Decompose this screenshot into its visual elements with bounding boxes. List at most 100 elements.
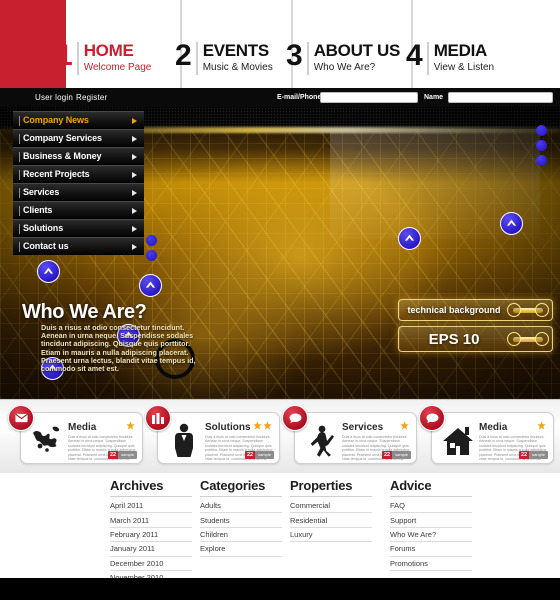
footer-link[interactable]: Support (390, 513, 472, 528)
footer-link[interactable]: Explore (200, 542, 282, 557)
chevron-up-icon[interactable] (37, 260, 60, 283)
footer-link[interactable]: Students (200, 513, 282, 528)
footer-link[interactable]: FAQ (390, 499, 472, 514)
sample-badge: 22 sample (244, 451, 274, 459)
sidebar-item-label: Contact us (23, 241, 69, 251)
nav-title: ABOUT US (313, 41, 401, 60)
arrow-right-icon (132, 172, 137, 178)
email-phone-input[interactable] (320, 92, 418, 103)
star-icon (400, 421, 409, 430)
webpage-template: 1 HOME Welcome Page 2 EVENTS Music & Mov… (0, 0, 560, 600)
eps-version-box[interactable]: EPS 10 (398, 326, 553, 352)
footer-link[interactable]: Residential (290, 513, 372, 528)
footer-link[interactable]: February 2011 (110, 528, 192, 543)
sidebar-menu: Company News Company Services Business &… (13, 111, 144, 255)
star-icon (263, 421, 272, 430)
technical-background-label: technical background (407, 305, 501, 315)
sample-number: 22 (244, 451, 256, 459)
nav-title: EVENTS (202, 41, 270, 60)
sample-number: 22 (518, 451, 530, 459)
feature-card-solutions[interactable]: Solutions Duis a risus at odio consectet… (145, 405, 280, 464)
technical-background-box[interactable]: technical background (398, 299, 553, 321)
sidebar-item-contact-us[interactable]: Contact us (13, 237, 144, 255)
menu-tick (19, 170, 20, 180)
sidebar-item-label: Business & Money (23, 151, 102, 161)
nav-item-events[interactable]: 2 EVENTS Music & Movies (175, 41, 273, 75)
star-icon (126, 421, 135, 430)
connector-icon (507, 332, 549, 346)
sidebar-item-label: Company News (23, 115, 89, 125)
arrow-right-icon (132, 154, 137, 160)
nav-subtitle: Welcome Page (83, 62, 152, 73)
decorative-blue-dot (536, 125, 547, 136)
rating-stars (253, 421, 272, 430)
top-navigation: 1 HOME Welcome Page 2 EVENTS Music & Mov… (0, 0, 560, 88)
footer-link[interactable]: January 2011 (110, 542, 192, 557)
footer: Archives April 2011 March 2011 February … (0, 473, 560, 586)
eps-version-label: EPS 10 (428, 330, 480, 348)
feature-card-strip: Media Duis a risus at odio consectetur t… (0, 399, 560, 473)
nav-title: MEDIA (433, 41, 488, 60)
nav-number-rule (195, 42, 198, 75)
connector-icon (507, 303, 549, 317)
sample-badge: 22 sample (381, 451, 411, 459)
name-input[interactable] (448, 92, 553, 103)
decorative-blue-dot (536, 155, 547, 166)
footer-heading: Archives (110, 478, 192, 497)
house-icon (442, 423, 474, 457)
name-label: Name (424, 94, 444, 101)
menu-tick (19, 224, 20, 234)
menu-tick (19, 206, 20, 216)
arrow-right-icon (132, 244, 137, 250)
footer-link[interactable]: Who We Are? (390, 528, 472, 543)
nav-subtitle: Music & Movies (202, 62, 273, 73)
footer-link[interactable]: Luxury (290, 528, 372, 543)
footer-link[interactable]: December 2010 (110, 557, 192, 571)
nav-item-home[interactable]: 1 HOME Welcome Page (56, 39, 152, 75)
chevron-up-icon[interactable] (500, 212, 523, 235)
feature-card-media-1[interactable]: Media Duis a risus at odio consectetur t… (8, 405, 143, 464)
nav-item-about-us[interactable]: 3 ABOUT US Who We Are? (286, 41, 401, 75)
businessman-icon (168, 423, 200, 457)
star-icon (537, 421, 546, 430)
sidebar-item-company-services[interactable]: Company Services (13, 129, 144, 147)
footer-link[interactable]: Promotions (390, 557, 472, 571)
nav-number: 1 (56, 39, 73, 72)
nav-number-rule (306, 42, 309, 75)
footer-link[interactable]: Children (200, 528, 282, 543)
chevron-up-icon[interactable] (139, 274, 162, 297)
sidebar-item-label: Services (23, 187, 60, 197)
utility-bar: User login Register E-mail/Phone Name (0, 88, 560, 107)
rating-stars (126, 421, 135, 430)
footer-link[interactable]: April 2011 (110, 499, 192, 514)
sample-badge: 22 sample (107, 451, 137, 459)
sidebar-item-services[interactable]: Services (13, 183, 144, 201)
sidebar-item-label: Solutions (23, 223, 64, 233)
sidebar-item-recent-projects[interactable]: Recent Projects (13, 165, 144, 183)
register-link[interactable]: Register (76, 93, 107, 102)
user-login-link[interactable]: User login (35, 93, 73, 102)
chevron-up-icon[interactable] (398, 227, 421, 250)
footer-heading: Advice (390, 478, 472, 497)
menu-tick (19, 242, 20, 252)
sidebar-item-company-news[interactable]: Company News (13, 111, 144, 129)
nav-item-media[interactable]: 4 MEDIA View & Listen (406, 41, 494, 75)
sidebar-item-solutions[interactable]: Solutions (13, 219, 144, 237)
arrow-right-icon (132, 136, 137, 142)
card-title: Media (479, 422, 508, 433)
footer-heading: Categories (200, 478, 282, 497)
footer-link[interactable]: Adults (200, 499, 282, 514)
footer-link[interactable]: Forums (390, 542, 472, 557)
arrow-right-icon (132, 190, 137, 196)
sample-number: 22 (381, 451, 393, 459)
sidebar-item-label: Company Services (23, 133, 102, 143)
footer-link[interactable]: Commercial (290, 499, 372, 514)
footer-column-categories: Categories Adults Students Children Expl… (200, 478, 282, 557)
footer-link[interactable]: March 2011 (110, 513, 192, 528)
sample-number: 22 (107, 451, 119, 459)
sidebar-item-business-money[interactable]: Business & Money (13, 147, 144, 165)
sidebar-item-clients[interactable]: Clients (13, 201, 144, 219)
nav-number-rule (426, 42, 429, 75)
feature-card-media-2[interactable]: Media Duis a risus at odio consectetur t… (419, 405, 554, 464)
feature-card-services[interactable]: Services Duis a risus at odio consectetu… (282, 405, 417, 464)
